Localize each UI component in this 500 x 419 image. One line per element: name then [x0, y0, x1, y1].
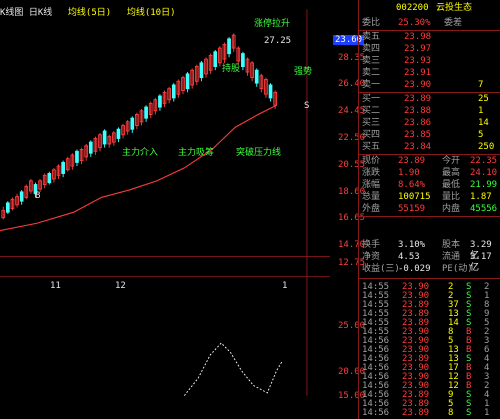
- candle-body: [61, 161, 65, 174]
- bid-row[interactable]: 买四 23.85 5: [358, 130, 500, 141]
- signal-text-5: 主力吸筹: [178, 148, 215, 158]
- stat-row: 涨跌 1.90 最高 24.10: [362, 168, 498, 178]
- signal-text-3: 强势: [294, 67, 313, 77]
- signal-text-4: 主力介入: [122, 148, 159, 158]
- ask-row[interactable]: 卖五 23.98: [358, 32, 500, 43]
- sell-signal: S: [304, 101, 310, 111]
- signal-text-1: 涨停拉升: [254, 19, 291, 29]
- ask-row[interactable]: 卖三 23.93: [358, 56, 500, 67]
- candle-body: [5, 202, 10, 213]
- stat-row: 现价 23.89 今开 22.35: [362, 156, 498, 166]
- signal-text-6: 突破压力线: [236, 148, 282, 158]
- candle-body: [116, 128, 121, 139]
- candle-body: [185, 73, 190, 90]
- ask-row[interactable]: 卖一 23.90 7: [358, 80, 500, 91]
- high-price-label: 27.25: [264, 36, 292, 46]
- bid-row[interactable]: 买一 23.89 25: [358, 94, 500, 105]
- signal-text-2: 持股: [222, 64, 241, 74]
- candle-body: [102, 130, 107, 145]
- date-label: 11: [50, 281, 61, 291]
- candle-body: [19, 191, 24, 202]
- candle-body: [268, 84, 273, 99]
- stat-row: 总量 100715 量比 1.87: [362, 192, 492, 202]
- stock-header: 002200 云投生态: [358, 2, 500, 14]
- candle-body: [241, 53, 245, 67]
- stat-row: 换手 3.10% 股本 3.29亿: [362, 240, 492, 261]
- stat-row: 外盘 55159 内盘 45556: [362, 204, 498, 214]
- candle-body: [171, 84, 176, 99]
- buy-signal: B: [35, 191, 41, 201]
- candle-body: [213, 51, 218, 67]
- weibi-row: 委比 25.30% 委差: [362, 18, 463, 28]
- bid-row[interactable]: 买二 23.88 1: [358, 106, 500, 117]
- candle-body: [199, 62, 204, 79]
- candle-body: [227, 38, 231, 55]
- bid-row[interactable]: 买五 23.84 250: [358, 142, 500, 153]
- stock-name: 云投生态: [436, 3, 473, 13]
- candle-body: [158, 95, 162, 108]
- candle-body: [254, 69, 259, 84]
- bid-row[interactable]: 买三 23.86 14: [358, 118, 500, 129]
- candle-body: [144, 106, 148, 119]
- stat-row: 收益(三) -0.029 PE(动): [362, 264, 473, 274]
- ask-row[interactable]: 卖二 23.91: [358, 68, 500, 79]
- candle-body: [47, 173, 52, 184]
- stat-row: 涨幅 8.64% 最低 21.99: [362, 180, 498, 190]
- date-label: 12: [115, 281, 126, 291]
- tick-row: 14:56 23.89 8 S 1: [362, 408, 490, 418]
- quote-panel: 002200 云投生态 委比 25.30% 委差 卖五 23.98 卖四 23.97…: [358, 0, 500, 419]
- stock-code: 002200: [396, 3, 429, 13]
- kline-chart[interactable]: [0, 0, 330, 405]
- candlestick-series: [1, 33, 277, 220]
- stat-row: 净资 4.53 流通 3.17亿: [362, 252, 492, 273]
- candle-body: [75, 150, 79, 163]
- candle-body: [88, 141, 93, 154]
- ask-row[interactable]: 卖四 23.97: [358, 44, 500, 55]
- date-label: 1: [282, 281, 288, 291]
- candle-body: [130, 117, 135, 130]
- sub-indicator-line: [183, 342, 283, 396]
